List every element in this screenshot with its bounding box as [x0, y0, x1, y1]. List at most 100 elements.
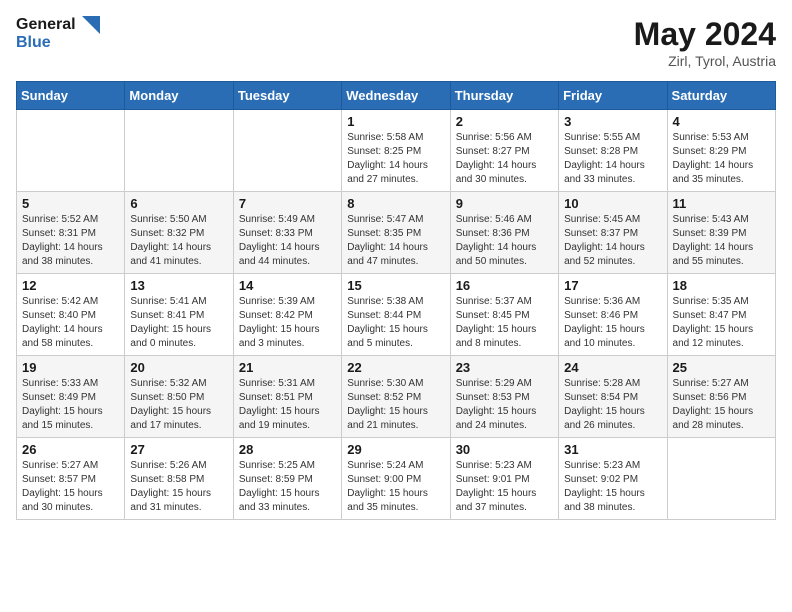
day-number: 11: [673, 196, 770, 211]
day-number: 3: [564, 114, 661, 129]
weekday-header-saturday: Saturday: [667, 82, 775, 110]
calendar-cell: 1 Sunrise: 5:58 AM Sunset: 8:25 PM Daylig…: [342, 110, 450, 192]
day-info: Sunrise: 5:32 AM Sunset: 8:50 PM Dayligh…: [130, 377, 227, 433]
calendar-cell: 27Sunrise: 5:26 AM Sunset: 8:58 PM Dayli…: [125, 438, 233, 520]
day-info: Sunrise: 5:27 AM Sunset: 8:56 PM Dayligh…: [673, 377, 770, 433]
day-number: 31: [564, 442, 661, 457]
day-number: 17: [564, 278, 661, 293]
weekday-header-monday: Monday: [125, 82, 233, 110]
calendar-cell: 5 Sunrise: 5:52 AM Sunset: 8:31 PM Daylig…: [17, 192, 125, 274]
weekday-header-tuesday: Tuesday: [233, 82, 341, 110]
logo: General Blue: [16, 16, 100, 52]
calendar-cell: 13 Sunrise: 5:41 AM Sunset: 8:41 PM Dayli…: [125, 274, 233, 356]
day-info: Sunrise: 5:39 AM Sunset: 8:42 PM Dayligh…: [239, 295, 336, 351]
day-number: 9: [456, 196, 553, 211]
day-number: 25: [673, 360, 770, 375]
day-number: 20: [130, 360, 227, 375]
day-number: 28: [239, 442, 336, 457]
day-info: Sunrise: 5:46 AM Sunset: 8:36 PM Dayligh…: [456, 213, 553, 269]
day-number: 10: [564, 196, 661, 211]
calendar-cell: 11 Sunrise: 5:43 AM Sunset: 8:39 PM Dayli…: [667, 192, 775, 274]
day-number: 13: [130, 278, 227, 293]
calendar-table: SundayMondayTuesdayWednesdayThursdayFrid…: [16, 81, 776, 520]
day-info: Sunrise: 5:58 AM Sunset: 8:25 PM Dayligh…: [347, 131, 444, 187]
day-number: 21: [239, 360, 336, 375]
calendar-cell: 2 Sunrise: 5:56 AM Sunset: 8:27 PM Daylig…: [450, 110, 558, 192]
title-block: May 2024 Zirl, Tyrol, Austria: [634, 16, 776, 69]
day-info: Sunrise: 5:28 AM Sunset: 8:54 PM Dayligh…: [564, 377, 661, 433]
day-info: Sunrise: 5:24 AM Sunset: 9:00 PM Dayligh…: [347, 459, 444, 515]
day-number: 6: [130, 196, 227, 211]
calendar-cell: 8 Sunrise: 5:47 AM Sunset: 8:35 PM Daylig…: [342, 192, 450, 274]
day-info: Sunrise: 5:53 AM Sunset: 8:29 PM Dayligh…: [673, 131, 770, 187]
weekday-header-sunday: Sunday: [17, 82, 125, 110]
day-info: Sunrise: 5:23 AM Sunset: 9:01 PM Dayligh…: [456, 459, 553, 515]
day-number: 26: [22, 442, 119, 457]
calendar-cell: 10 Sunrise: 5:45 AM Sunset: 8:37 PM Dayli…: [559, 192, 667, 274]
calendar-cell: 31 Sunrise: 5:23 AM Sunset: 9:02 PM Dayli…: [559, 438, 667, 520]
day-info: Sunrise: 5:37 AM Sunset: 8:45 PM Dayligh…: [456, 295, 553, 351]
day-number: 7: [239, 196, 336, 211]
day-number: 16: [456, 278, 553, 293]
day-number: 8: [347, 196, 444, 211]
day-number: 14: [239, 278, 336, 293]
day-info: Sunrise: 5:43 AM Sunset: 8:39 PM Dayligh…: [673, 213, 770, 269]
calendar-cell: 17Sunrise: 5:36 AM Sunset: 8:46 PM Dayli…: [559, 274, 667, 356]
weekday-header-friday: Friday: [559, 82, 667, 110]
calendar-cell: 19 Sunrise: 5:33 AM Sunset: 8:49 PM Dayli…: [17, 356, 125, 438]
calendar-cell: 3 Sunrise: 5:55 AM Sunset: 8:28 PM Daylig…: [559, 110, 667, 192]
day-info: Sunrise: 5:49 AM Sunset: 8:33 PM Dayligh…: [239, 213, 336, 269]
calendar-cell: [125, 110, 233, 192]
day-number: 12: [22, 278, 119, 293]
logo-text: General Blue: [16, 16, 100, 52]
day-number: 23: [456, 360, 553, 375]
calendar-cell: 21Sunrise: 5:31 AM Sunset: 8:51 PM Dayli…: [233, 356, 341, 438]
calendar-cell: [233, 110, 341, 192]
calendar-cell: 12 Sunrise: 5:42 AM Sunset: 8:40 PM Dayli…: [17, 274, 125, 356]
day-info: Sunrise: 5:23 AM Sunset: 9:02 PM Dayligh…: [564, 459, 661, 515]
day-info: Sunrise: 5:50 AM Sunset: 8:32 PM Dayligh…: [130, 213, 227, 269]
day-info: Sunrise: 5:56 AM Sunset: 8:27 PM Dayligh…: [456, 131, 553, 187]
calendar-cell: [17, 110, 125, 192]
day-number: 15: [347, 278, 444, 293]
calendar-week-row: 12 Sunrise: 5:42 AM Sunset: 8:40 PM Dayli…: [17, 274, 776, 356]
day-info: Sunrise: 5:55 AM Sunset: 8:28 PM Dayligh…: [564, 131, 661, 187]
day-number: 19: [22, 360, 119, 375]
page-header: General Blue May 2024 Zirl, Tyrol, Austr…: [16, 16, 776, 69]
calendar-week-row: 19 Sunrise: 5:33 AM Sunset: 8:49 PM Dayli…: [17, 356, 776, 438]
location: Zirl, Tyrol, Austria: [634, 53, 776, 69]
day-number: 1: [347, 114, 444, 129]
day-info: Sunrise: 5:41 AM Sunset: 8:41 PM Dayligh…: [130, 295, 227, 351]
day-info: Sunrise: 5:25 AM Sunset: 8:59 PM Dayligh…: [239, 459, 336, 515]
day-info: Sunrise: 5:35 AM Sunset: 8:47 PM Dayligh…: [673, 295, 770, 351]
calendar-cell: 16 Sunrise: 5:37 AM Sunset: 8:45 PM Dayli…: [450, 274, 558, 356]
day-info: Sunrise: 5:30 AM Sunset: 8:52 PM Dayligh…: [347, 377, 444, 433]
day-number: 5: [22, 196, 119, 211]
month-year: May 2024: [634, 16, 776, 53]
calendar-week-row: 1 Sunrise: 5:58 AM Sunset: 8:25 PM Daylig…: [17, 110, 776, 192]
day-info: Sunrise: 5:47 AM Sunset: 8:35 PM Dayligh…: [347, 213, 444, 269]
calendar-cell: 23Sunrise: 5:29 AM Sunset: 8:53 PM Dayli…: [450, 356, 558, 438]
calendar-cell: 4 Sunrise: 5:53 AM Sunset: 8:29 PM Daylig…: [667, 110, 775, 192]
day-info: Sunrise: 5:45 AM Sunset: 8:37 PM Dayligh…: [564, 213, 661, 269]
calendar-cell: 24Sunrise: 5:28 AM Sunset: 8:54 PM Dayli…: [559, 356, 667, 438]
weekday-header-thursday: Thursday: [450, 82, 558, 110]
day-number: 22: [347, 360, 444, 375]
calendar-cell: 26Sunrise: 5:27 AM Sunset: 8:57 PM Dayli…: [17, 438, 125, 520]
day-info: Sunrise: 5:38 AM Sunset: 8:44 PM Dayligh…: [347, 295, 444, 351]
calendar-cell: [667, 438, 775, 520]
day-number: 4: [673, 114, 770, 129]
day-info: Sunrise: 5:26 AM Sunset: 8:58 PM Dayligh…: [130, 459, 227, 515]
day-number: 29: [347, 442, 444, 457]
day-info: Sunrise: 5:42 AM Sunset: 8:40 PM Dayligh…: [22, 295, 119, 351]
weekday-header-row: SundayMondayTuesdayWednesdayThursdayFrid…: [17, 82, 776, 110]
day-number: 2: [456, 114, 553, 129]
day-info: Sunrise: 5:33 AM Sunset: 8:49 PM Dayligh…: [22, 377, 119, 433]
calendar-cell: 9 Sunrise: 5:46 AM Sunset: 8:36 PM Daylig…: [450, 192, 558, 274]
calendar-cell: 15 Sunrise: 5:38 AM Sunset: 8:44 PM Dayli…: [342, 274, 450, 356]
calendar-week-row: 5 Sunrise: 5:52 AM Sunset: 8:31 PM Daylig…: [17, 192, 776, 274]
day-number: 30: [456, 442, 553, 457]
day-info: Sunrise: 5:52 AM Sunset: 8:31 PM Dayligh…: [22, 213, 119, 269]
day-number: 18: [673, 278, 770, 293]
logo-triangle-icon: [82, 16, 100, 34]
